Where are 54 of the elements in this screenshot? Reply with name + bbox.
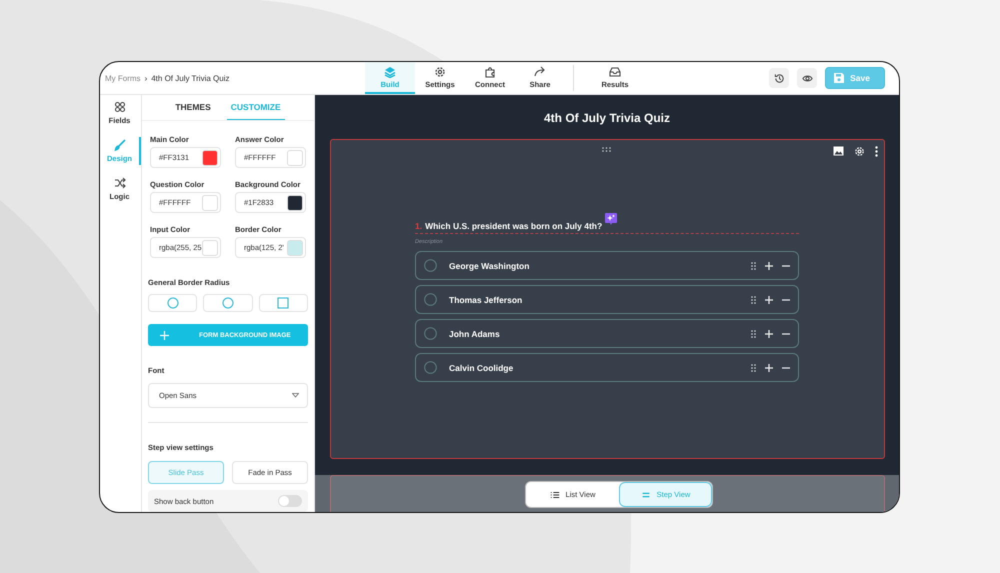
settings-icon xyxy=(434,66,446,78)
color-swatch[interactable] xyxy=(287,150,303,166)
plus-icon[interactable] xyxy=(765,296,773,304)
layers-icon xyxy=(384,66,396,78)
settings-icon[interactable] xyxy=(854,146,864,157)
breadcrumb-link[interactable]: My Forms xyxy=(105,74,141,82)
drag-handle-icon[interactable] xyxy=(751,262,756,270)
color-swatch[interactable] xyxy=(202,150,218,166)
drag-handle-icon[interactable] xyxy=(751,296,756,304)
answer-option[interactable]: John Adams xyxy=(415,319,799,348)
list-icon xyxy=(550,490,560,500)
square-icon xyxy=(277,297,290,309)
more-icon[interactable] xyxy=(874,146,878,157)
toggle-switch[interactable] xyxy=(278,495,302,507)
caret-icon xyxy=(292,393,299,398)
color-swatch[interactable] xyxy=(287,194,303,210)
puzzle-icon xyxy=(484,66,496,78)
panel-tab[interactable]: THEMES xyxy=(171,95,215,120)
radio-button[interactable] xyxy=(424,361,437,374)
drag-handle-icon[interactable] xyxy=(602,147,610,152)
plus-icon[interactable] xyxy=(765,330,773,338)
plus-icon[interactable] xyxy=(765,364,773,372)
step-icon xyxy=(640,490,651,500)
preview-button[interactable] xyxy=(797,68,818,88)
history-button[interactable] xyxy=(769,68,790,88)
drag-handle-icon[interactable] xyxy=(751,330,756,338)
inbox-icon xyxy=(609,66,621,78)
answer-option[interactable]: Calvin Coolidge xyxy=(415,353,799,382)
drag-handle-icon[interactable] xyxy=(751,364,756,372)
grid-icon xyxy=(114,101,126,113)
radio-button[interactable] xyxy=(424,293,437,306)
eye-icon xyxy=(802,72,813,84)
color-swatch[interactable] xyxy=(202,194,218,210)
shuffle-icon xyxy=(114,177,126,189)
plus-icon[interactable] xyxy=(765,262,773,270)
question-number: 1. xyxy=(415,221,422,231)
circle-icon xyxy=(166,297,179,309)
share-icon xyxy=(534,66,546,78)
radio-button[interactable] xyxy=(424,259,437,272)
breadcrumb-separator: › xyxy=(144,74,148,82)
sparkle-icon[interactable] xyxy=(605,213,618,226)
radio-button[interactable] xyxy=(424,327,437,340)
answer-option[interactable]: Thomas Jefferson xyxy=(415,285,799,314)
answer-option[interactable]: George Washington xyxy=(415,251,799,280)
plus-icon xyxy=(160,330,169,340)
color-swatch[interactable] xyxy=(287,240,303,256)
history-icon xyxy=(774,72,785,84)
brush-icon xyxy=(114,139,126,151)
circle-icon xyxy=(222,297,234,309)
question-text[interactable]: Which U.S. president was born on July 4th? xyxy=(425,221,602,231)
form-title: 4th Of July Trivia Quiz xyxy=(544,111,670,126)
image-icon[interactable] xyxy=(832,146,844,156)
breadcrumb-current: 4th Of July Trivia Quiz xyxy=(151,74,230,82)
color-swatch[interactable] xyxy=(202,240,218,256)
